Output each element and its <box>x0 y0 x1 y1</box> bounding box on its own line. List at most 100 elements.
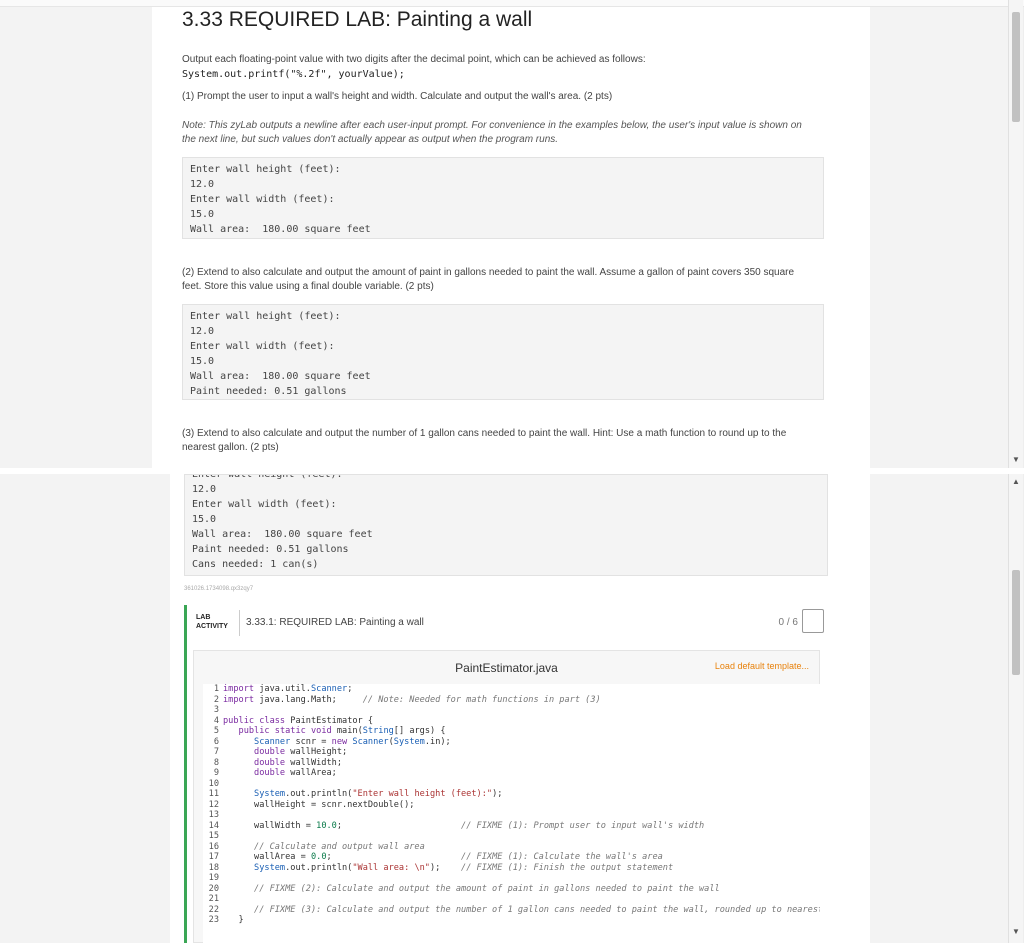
line-number: 8 <box>213 757 219 768</box>
code-line[interactable]: 8 double wallWidth; <box>203 758 820 769</box>
code-line[interactable]: 16 // Calculate and output wall area <box>203 842 820 853</box>
activity-id: 361026.1734098.qx3zqy7 <box>184 586 254 592</box>
code-line[interactable]: 2 import java.lang.Math; // Note: Needed … <box>203 695 820 706</box>
line-number: 18 <box>208 862 219 873</box>
code-text[interactable]: wallWidth = 10.0; // FIXME (1): Prompt u… <box>223 821 704 832</box>
code-text[interactable]: // Calculate and output wall area <box>223 842 425 853</box>
example-line: Enter wall height (feet): <box>190 311 341 322</box>
code-line[interactable]: 17 wallArea = 0.0; // FIXME (1): Calcula… <box>203 852 820 863</box>
code-text[interactable]: wallArea = 0.0; // FIXME (1): Calculate … <box>223 852 663 863</box>
lab-label-line: LAB <box>196 614 211 621</box>
lower-scrollbar-thumb[interactable] <box>1012 570 1020 675</box>
code-line[interactable]: 23 } <box>203 915 820 926</box>
upper-scrollbar-thumb[interactable] <box>1012 12 1020 122</box>
example-line: Enter wall width (feet): <box>192 499 337 510</box>
code-text[interactable]: double wallWidth; <box>223 758 342 769</box>
code-line[interactable]: 6 Scanner scnr = new Scanner(System.in); <box>203 737 820 748</box>
line-number: 19 <box>208 873 219 883</box>
line-number: 15 <box>208 831 219 841</box>
code-line[interactable]: 5 public static void main(String[] args)… <box>203 726 820 737</box>
code-line[interactable]: 9 double wallArea; <box>203 768 820 779</box>
line-number: 12 <box>208 799 219 810</box>
line-number: 6 <box>213 736 219 747</box>
line-number: 13 <box>208 810 219 820</box>
example-line: Enter wall height (feet): <box>190 164 341 175</box>
example-line: Paint needed: 0.51 gallons <box>192 544 349 555</box>
code-line[interactable]: 18 System.out.println("Wall area: \n"); … <box>203 863 820 874</box>
example-output-3: Enter wall height (feet): 12.0 Enter wal… <box>184 474 828 576</box>
code-text[interactable]: import java.lang.Math; // Note: Needed f… <box>223 695 601 706</box>
note-line-2: the next line, but such values don't act… <box>182 134 559 145</box>
example-line: Cans needed: 1 can(s) <box>192 559 319 570</box>
page-title: 3.33 REQUIRED LAB: Painting a wall <box>182 8 533 31</box>
code-line[interactable]: 7 double wallHeight; <box>203 747 820 758</box>
example-line: 12.0 <box>190 179 215 190</box>
code-line[interactable]: 20 // FIXME (2): Calculate and output th… <box>203 884 820 895</box>
line-number: 22 <box>208 904 219 915</box>
code-text[interactable]: public class PaintEstimator { <box>223 716 373 727</box>
code-line[interactable]: 13 <box>203 810 820 821</box>
code-text[interactable]: double wallHeight; <box>223 747 347 758</box>
example-line: 12.0 <box>190 326 215 337</box>
printf-example: System.out.printf("%.2f", yourValue); <box>182 69 405 80</box>
code-text[interactable]: System.out.println("Wall area: \n"); // … <box>223 863 673 874</box>
code-line[interactable]: 3 <box>203 705 820 716</box>
example-line: Enter wall width (feet): <box>190 341 335 352</box>
example-line: Wall area: 180.00 square feet <box>192 529 373 540</box>
code-line[interactable]: 21 <box>203 894 820 905</box>
code-text[interactable]: } <box>223 915 244 926</box>
code-text[interactable]: Scanner scnr = new Scanner(System.in); <box>223 737 451 748</box>
code-text[interactable]: public static void main(String[] args) { <box>223 726 446 737</box>
example-line: 15.0 <box>190 356 215 367</box>
line-number: 3 <box>213 705 219 715</box>
code-line[interactable]: 11 System.out.println("Enter wall height… <box>203 789 820 800</box>
example-line: Enter wall height (feet): <box>192 474 343 480</box>
code-line[interactable]: 19 <box>203 873 820 884</box>
part2-line-2: feet. Store this value using a final dou… <box>182 281 434 292</box>
example-line: Paint needed: 0.51 gallons <box>190 386 347 397</box>
line-number: 23 <box>208 915 219 925</box>
code-text-area[interactable]: 1 import java.util.Scanner; 2 import java.l… <box>203 684 820 943</box>
line-number: 20 <box>208 883 219 894</box>
score-badge-icon <box>802 609 824 633</box>
example-output-2: Enter wall height (feet): 12.0 Enter wal… <box>182 304 824 400</box>
example-line: 12.0 <box>192 484 217 495</box>
line-number: 11 <box>208 789 219 799</box>
line-number: 5 <box>213 726 219 736</box>
code-line[interactable]: 12 wallHeight = scnr.nextDouble(); <box>203 800 820 811</box>
scroll-down-arrow-icon[interactable]: ▼ <box>1012 456 1020 464</box>
part2-line-1: (2) Extend to also calculate and output … <box>182 267 795 278</box>
lab-title: 3.33.1: REQUIRED LAB: Painting a wall <box>246 617 424 628</box>
part3-line-1: (3) Extend to also calculate and output … <box>182 428 787 439</box>
code-text[interactable]: // FIXME (3): Calculate and output the n… <box>223 905 820 916</box>
code-text[interactable]: System.out.println("Enter wall height (f… <box>223 789 502 800</box>
example-output-1: Enter wall height (feet): 12.0 Enter wal… <box>182 157 824 239</box>
code-text[interactable]: import java.util.Scanner; <box>223 684 352 695</box>
scroll-up-arrow-icon[interactable]: ▲ <box>1012 478 1020 486</box>
code-line[interactable]: 15 <box>203 831 820 842</box>
line-number: 4 <box>213 715 219 726</box>
example-line: 15.0 <box>192 514 217 525</box>
lab-label-line: ACTIVITY <box>196 623 228 630</box>
code-line[interactable]: 14 wallWidth = 10.0; // FIXME (1): Promp… <box>203 821 820 832</box>
lower-scrollbar[interactable]: ▲ ▼ <box>1008 474 1023 943</box>
code-line[interactable]: 1 import java.util.Scanner; <box>203 684 820 695</box>
code-text[interactable]: wallHeight = scnr.nextDouble(); <box>223 800 414 811</box>
upper-scrollbar[interactable]: ▼ <box>1008 0 1023 468</box>
load-default-template-link[interactable]: Load default template... <box>715 661 809 671</box>
code-text[interactable]: // FIXME (2): Calculate and output the a… <box>223 884 720 895</box>
example-line: Enter wall width (feet): <box>190 194 335 205</box>
code-line[interactable]: 10 <box>203 779 820 790</box>
code-line[interactable]: 22 // FIXME (3): Calculate and output th… <box>203 905 820 916</box>
intro-text: Output each floating-point value with tw… <box>182 54 646 65</box>
code-line[interactable]: 4 public class PaintEstimator { <box>203 716 820 727</box>
line-number: 10 <box>208 778 219 789</box>
example-line: Wall area: 180.00 square feet <box>190 224 371 235</box>
line-number: 21 <box>208 894 219 904</box>
line-number: 7 <box>213 747 219 757</box>
scroll-down-arrow-icon[interactable]: ▼ <box>1012 928 1020 936</box>
example-line: Wall area: 180.00 square feet <box>190 371 371 382</box>
code-text[interactable]: double wallArea; <box>223 768 337 779</box>
part3-line-2: nearest gallon. (2 pts) <box>182 442 279 453</box>
line-number: 1 <box>213 684 219 694</box>
